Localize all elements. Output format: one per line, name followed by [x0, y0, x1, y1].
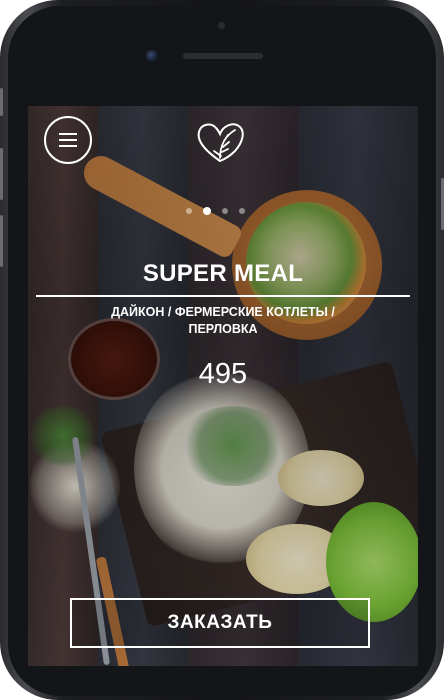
description-line: ПЕРЛОВКА: [188, 322, 258, 336]
product-title: SUPER MEAL: [142, 260, 304, 287]
earpiece-speaker: [183, 53, 263, 59]
title-divider: [36, 295, 410, 297]
carousel-dot[interactable]: [222, 208, 228, 214]
order-button-label: ЗАКАЗАТЬ: [167, 612, 273, 633]
heart-leaf-logo-icon[interactable]: [195, 120, 245, 164]
hamburger-menu-icon: [59, 133, 77, 135]
front-camera: [146, 50, 158, 62]
carousel-dot-active[interactable]: [203, 207, 211, 215]
description-line: ДАЙКОН / ФЕРМЕРСКИЕ КОТЛЕТЫ /: [111, 305, 335, 319]
carousel-indicator: [186, 207, 245, 215]
hamburger-menu-icon: [59, 145, 77, 147]
order-button[interactable]: ЗАКАЗАТЬ: [70, 598, 370, 648]
hamburger-menu-icon: [59, 139, 77, 141]
product-description: ДАЙКОН / ФЕРМЕРСКИЕ КОТЛЕТЫ / ПЕРЛОВКА: [88, 304, 358, 338]
carousel-dot[interactable]: [186, 208, 192, 214]
menu-button[interactable]: [44, 116, 92, 164]
front-sensor: [218, 22, 225, 29]
product-price: 495: [198, 358, 248, 390]
side-button-top: [0, 88, 3, 116]
side-button-volume-up: [0, 148, 3, 200]
app-screen: SUPER MEAL ДАЙКОН / ФЕРМЕРСКИЕ КОТЛЕТЫ /…: [28, 106, 418, 666]
side-button-volume-down: [0, 215, 3, 267]
carousel-dot[interactable]: [239, 208, 245, 214]
